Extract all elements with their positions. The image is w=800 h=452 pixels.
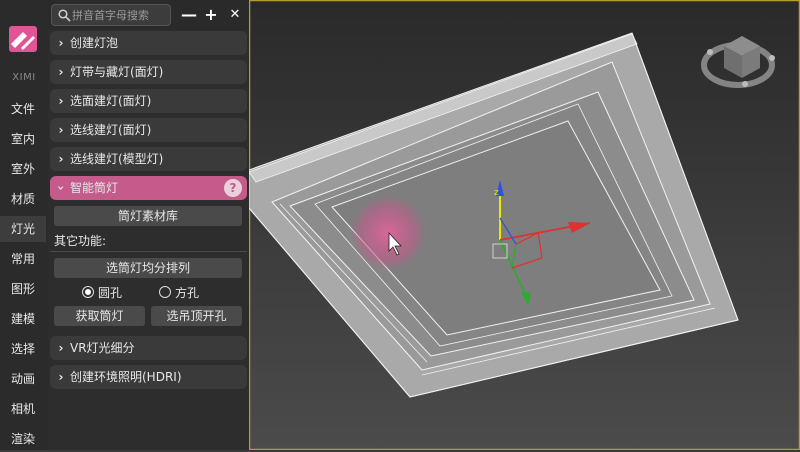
section-smart-downlight[interactable]: › 智能筒灯 ? — [50, 176, 247, 200]
section-label: 选面建灯(面灯) — [70, 94, 152, 108]
collapse-button[interactable]: — — [180, 5, 198, 25]
add-button[interactable]: + — [202, 5, 220, 25]
section-label: 灯带与藏灯(面灯) — [70, 65, 164, 79]
chevron-right-icon: › — [58, 370, 64, 384]
section-face-light[interactable]: › 选面建灯(面灯) — [50, 89, 247, 113]
downlight-glow[interactable] — [350, 195, 426, 271]
ceiling-hole-button[interactable]: 选吊顶开孔 — [151, 306, 242, 326]
close-button[interactable]: ✕ — [226, 5, 244, 25]
category-animation[interactable]: 动画 — [0, 366, 46, 392]
chevron-right-icon: › — [58, 65, 64, 79]
category-common[interactable]: 常用 — [0, 246, 46, 272]
category-modeling[interactable]: 建模 — [0, 306, 46, 332]
round-hole-radio[interactable] — [82, 286, 94, 298]
square-hole-radio[interactable] — [159, 286, 171, 298]
get-downlight-button[interactable]: 获取筒灯 — [54, 306, 145, 326]
category-exterior[interactable]: 室外 — [0, 156, 46, 182]
category-render[interactable]: 渲染 — [0, 426, 46, 452]
distribute-downlights-button[interactable]: 选筒灯均分排列 — [54, 258, 242, 278]
category-file[interactable]: 文件 — [0, 96, 46, 122]
ximi-logo-icon[interactable] — [9, 26, 37, 52]
section-line-light-model[interactable]: › 选线建灯(模型灯) — [50, 147, 247, 171]
round-hole-label: 圆孔 — [98, 286, 123, 300]
category-material[interactable]: 材质 — [0, 186, 46, 212]
category-select[interactable]: 选择 — [0, 336, 46, 362]
chevron-right-icon: › — [58, 94, 64, 108]
search-input[interactable] — [72, 7, 168, 23]
section-create-bulb[interactable]: › 创建灯泡 — [50, 31, 247, 55]
section-label: 选线建灯(面灯) — [70, 123, 152, 137]
category-shapes[interactable]: 图形 — [0, 276, 46, 302]
search-box[interactable] — [51, 4, 171, 26]
3d-viewport[interactable]: z — [249, 0, 800, 450]
brand-name: XIMI — [12, 72, 36, 83]
svg-text:z: z — [494, 188, 499, 198]
viewport-scene[interactable]: z — [249, 0, 800, 450]
section-hdri[interactable]: › 创建环境照明(HDRI) — [50, 365, 247, 389]
category-lighting[interactable]: 灯光 — [0, 216, 46, 242]
chevron-right-icon: › — [58, 152, 64, 166]
category-interior[interactable]: 室内 — [0, 126, 46, 152]
left-category-bar: XIMI 文件 室内 室外 材质 灯光 常用 图形 建模 选择 动画 相机 渲染 — [0, 0, 48, 450]
lighting-tool-panel: — + ✕ › 创建灯泡 › 灯带与藏灯(面灯) › 选面建灯(面灯) › 选线… — [48, 0, 249, 450]
category-camera[interactable]: 相机 — [0, 396, 46, 422]
chevron-right-icon: › — [58, 123, 64, 137]
section-label: 智能筒灯 — [70, 181, 119, 195]
section-label: 创建灯泡 — [70, 36, 119, 50]
square-hole-label: 方孔 — [175, 286, 200, 300]
section-vr-light-subdivision[interactable]: › VR灯光细分 — [50, 336, 247, 360]
divider — [50, 251, 247, 252]
help-icon[interactable]: ? — [224, 179, 242, 197]
downlight-library-button[interactable]: 筒灯素材库 — [54, 206, 242, 226]
other-functions-label: 其它功能: — [54, 234, 107, 248]
chevron-right-icon: › — [58, 36, 64, 50]
section-label: 创建环境照明(HDRI) — [70, 370, 182, 384]
search-icon — [58, 9, 71, 22]
panel-toolbar: — + ✕ — [48, 0, 249, 30]
section-light-strip[interactable]: › 灯带与藏灯(面灯) — [50, 60, 247, 84]
section-label: 选线建灯(模型灯) — [70, 152, 164, 166]
section-line-light-face[interactable]: › 选线建灯(面灯) — [50, 118, 247, 142]
chevron-right-icon: › — [58, 341, 64, 355]
section-label: VR灯光细分 — [70, 341, 135, 355]
